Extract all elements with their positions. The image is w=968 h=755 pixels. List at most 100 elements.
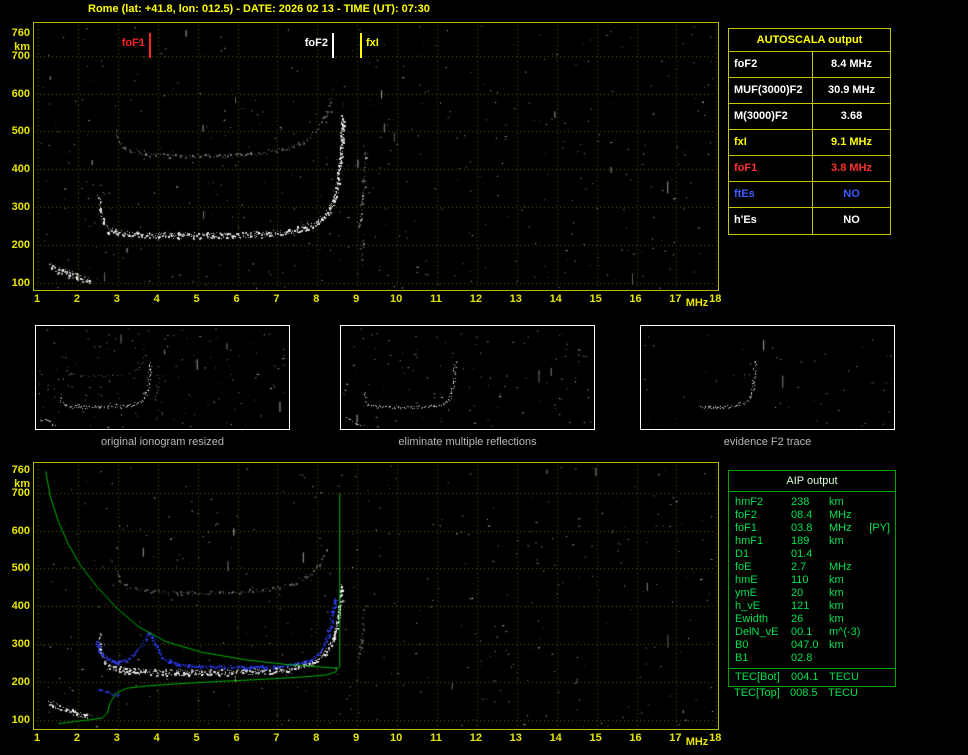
aip-row-value: 01.4 (791, 548, 813, 560)
thumbnail-caption-multiples: eliminate multiple reflections (398, 436, 537, 448)
aip-row: D1 01.4 (729, 548, 895, 561)
aip-row-note (869, 639, 895, 652)
x-tick-label: 14 (549, 732, 562, 744)
marker-label-fof1: foF1 (121, 37, 145, 49)
y-tick-label: 760 (11, 463, 30, 476)
aip-row-label: TEC[Bot] (735, 671, 780, 683)
aip-row-note (868, 687, 896, 700)
x-tick-label: 8 (313, 293, 320, 305)
aip-row: B1 02.8 (729, 652, 895, 665)
autoscala-row-label: h'Es (729, 208, 813, 234)
x-tick-label: 9 (353, 732, 360, 744)
autoscala-output-table: AUTOSCALA output foF2 8.4 MHz MUF(3000)F2 3… (728, 28, 891, 235)
aip-row: foE 2.7 MHz (729, 561, 895, 574)
y-tick-label: 400 (11, 163, 30, 176)
y-tick-label: 200 (11, 676, 30, 689)
aip-row-note (869, 626, 895, 639)
aip-row-label: B1 (735, 652, 749, 664)
y-tick-label: 600 (11, 87, 30, 100)
aip-row: DelN_vE 00.1 m^(-3) (729, 626, 895, 639)
x-tick-label: 7 (273, 293, 280, 305)
y-tick-label: 300 (11, 638, 30, 651)
x-tick-label: 18 (709, 732, 722, 744)
aip-row-unit: km (829, 574, 844, 586)
autoscala-row-label: M(3000)F2 (729, 104, 813, 129)
autoscala-header: AUTOSCALA output (729, 29, 890, 52)
x-tick-label: 4 (153, 293, 160, 305)
aip-row-unit (829, 548, 869, 561)
aip-row-value: 20 (791, 587, 804, 599)
frequency-marker-layer: foF1 foF2 fxI (34, 23, 718, 290)
thumbnail-multiples-removed (340, 325, 595, 430)
marker-label-fof2: foF2 (304, 37, 328, 49)
aip-header: AIP output (729, 471, 895, 492)
aip-row-note (869, 561, 895, 574)
aip-row-note (869, 671, 895, 684)
aip-row-unit: km (829, 613, 844, 625)
aip-row-unit: MHz (829, 561, 852, 573)
autoscala-rows: foF2 8.4 MHz MUF(3000)F2 30.9 MHz M(3000)F2 3… (729, 52, 890, 234)
autoscala-row: foF1 3.8 MHz (729, 156, 890, 182)
aip-row-unit: TECU (828, 687, 858, 699)
thumbnail-f2-trace-canvas (641, 326, 894, 429)
x-tick-label: 13 (509, 293, 522, 305)
autoscala-row: foF2 8.4 MHz (729, 52, 890, 78)
aip-row: foF1 03.8 MHz [PY] (729, 522, 895, 535)
y-tick-label: 100 (11, 714, 30, 726)
aip-row-label: D1 (735, 548, 750, 560)
x-tick-label: 2 (73, 732, 80, 744)
x-tick-label: 10 (389, 732, 403, 744)
x-tick-label: 1 (33, 293, 41, 305)
autoscala-row: ftEs NO (729, 182, 890, 208)
aip-row-label: DelN_vE (735, 626, 779, 638)
y-tick-label: 600 (11, 524, 30, 537)
autoscala-row-value: 3.8 MHz (831, 162, 872, 174)
x-tick-label: 18 (709, 293, 722, 305)
aip-row-note (869, 613, 895, 626)
y-axis-unit: km (14, 40, 30, 53)
x-tick-label: 4 (153, 732, 160, 744)
aip-row: hmF1 189 km (729, 535, 895, 548)
aip-row-value: 047.0 (791, 639, 819, 651)
aip-row-value: 004.1 (791, 671, 819, 683)
x-tick-label: 8 (313, 732, 320, 744)
x-tick-label: 5 (193, 732, 200, 744)
thumbnail-caption-f2: evidence F2 trace (723, 436, 812, 448)
aip-row: Ewidth 26 km (729, 613, 895, 626)
marker-line-fof1 (149, 33, 151, 58)
aip-row-label: hmE (735, 574, 758, 586)
thumbnail-original-canvas (36, 326, 289, 429)
x-tick-label: 12 (469, 293, 483, 305)
aip-output-table: AIP output hmF2 238 km foF2 08.4 MHz foF1 03.8 M… (728, 470, 896, 687)
autoscala-row-label: fxI (729, 130, 813, 155)
x-tick-label: 11 (430, 732, 442, 744)
aip-row-value: 26 (791, 613, 804, 625)
aip-row-label: foF1 (735, 522, 758, 534)
autoscala-row-label: MUF(3000)F2 (729, 78, 813, 103)
aip-row-label: TEC[Top] (734, 687, 780, 699)
aip-row-unit: km (829, 600, 844, 612)
x-tick-label: 17 (669, 293, 682, 305)
aip-row-label: ymE (735, 587, 757, 599)
aip-rows: hmF2 238 km foF2 08.4 MHz foF1 03.8 MHz [PY] hmF1 1… (729, 492, 895, 686)
y-tick-label: 400 (11, 600, 30, 613)
x-tick-label: 11 (430, 293, 442, 305)
thumbnail-f2-trace (640, 325, 895, 430)
autoscala-row-value: 9.1 MHz (831, 136, 872, 148)
aip-row-note (869, 548, 895, 561)
aip-row-label: hmF2 (735, 496, 764, 508)
autoscala-row-value: 8.4 MHz (831, 58, 872, 70)
aip-row-note (869, 587, 895, 600)
aip-row: ymE 20 km (729, 587, 895, 600)
aip-row-note (869, 600, 895, 613)
x-tick-label: 17 (669, 732, 682, 744)
x-tick-label: 2 (73, 293, 80, 305)
y-tick-label: 500 (11, 125, 30, 138)
aip-row-label: h_vE (735, 600, 761, 612)
aip-row: TEC[Bot] 004.1 TECU (729, 668, 895, 684)
aip-row: TEC[Top] 008.5 TECU (728, 687, 896, 700)
autoscala-row-label: ftEs (729, 182, 813, 207)
aip-row-label: hmF1 (735, 535, 764, 547)
autoscala-row-value: 3.68 (840, 110, 863, 122)
autoscala-row-value: NO (843, 188, 860, 200)
